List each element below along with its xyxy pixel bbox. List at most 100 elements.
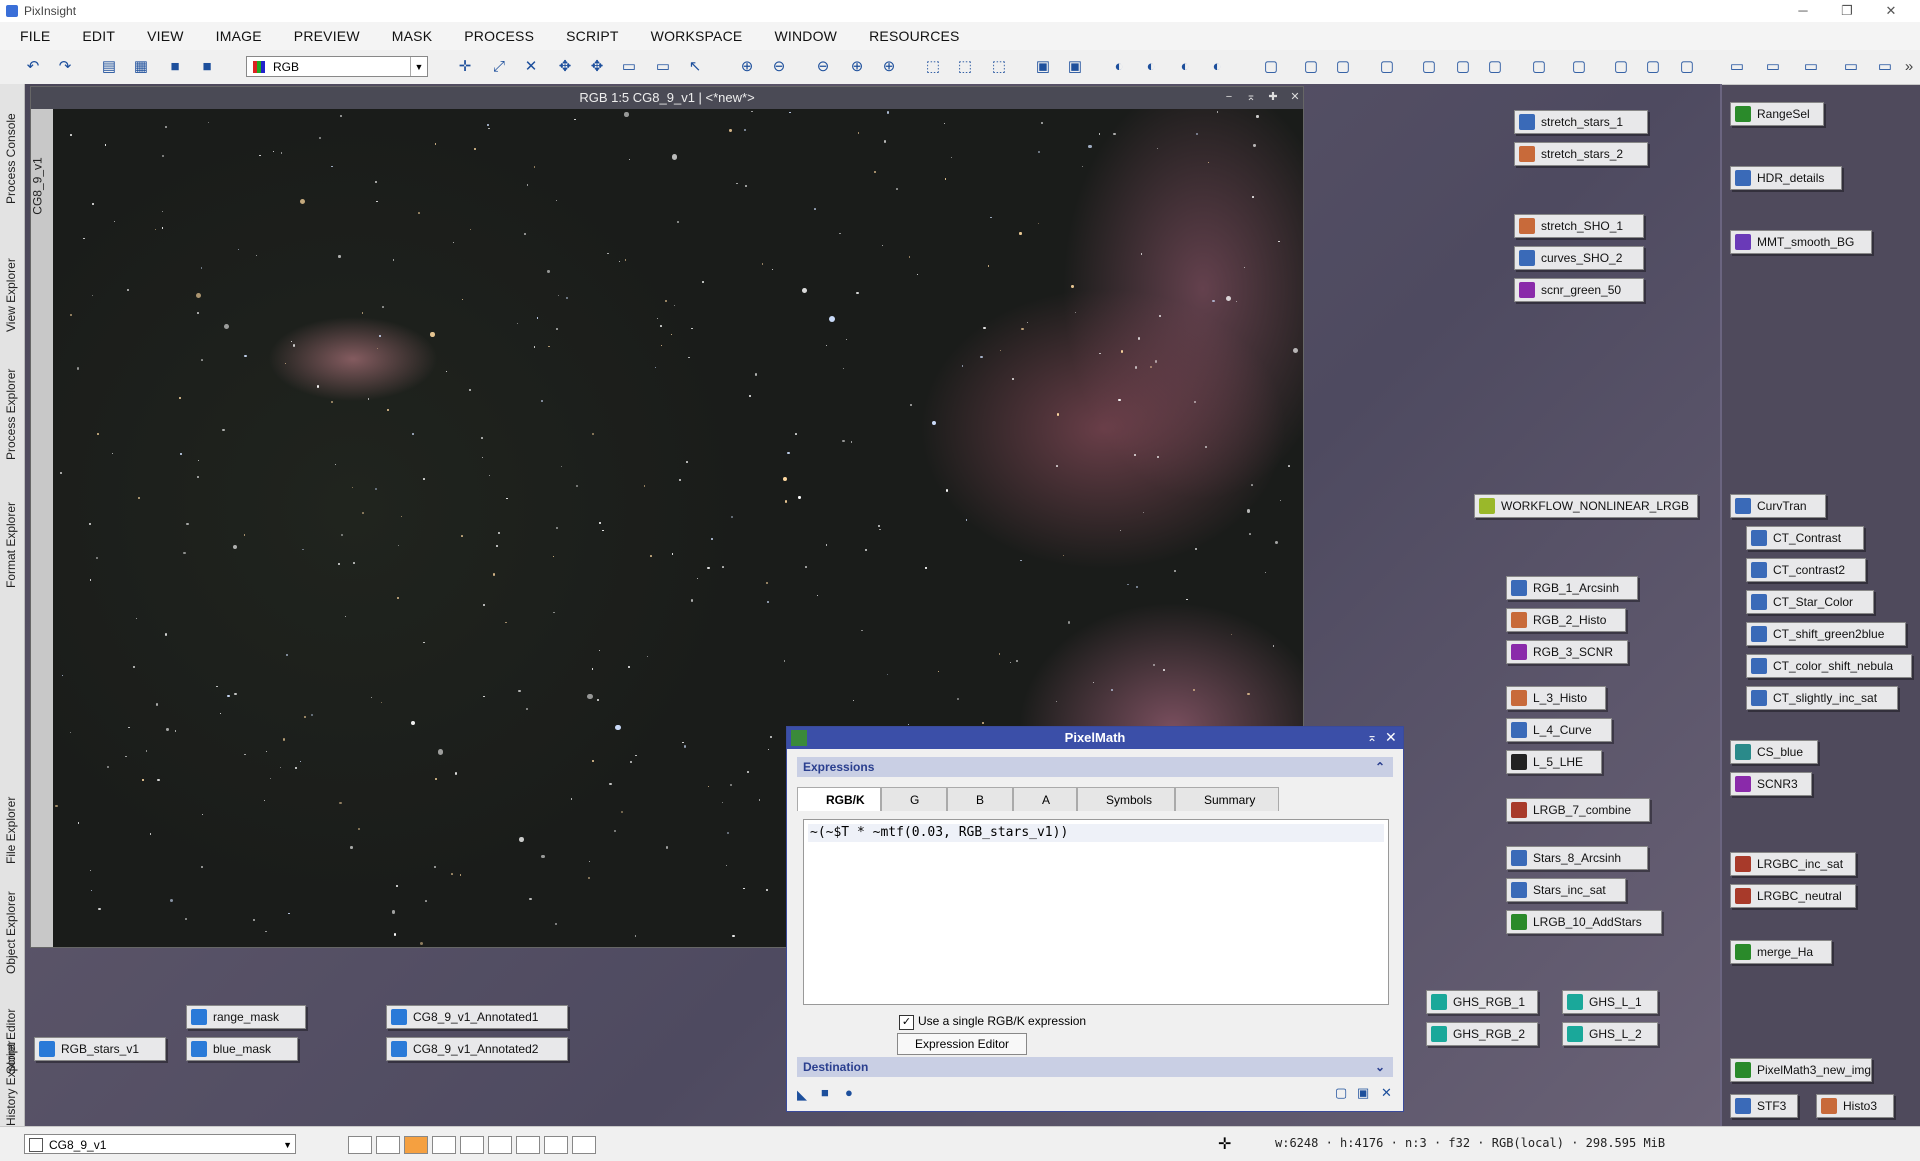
tab-process-console[interactable]: Process Console (0, 84, 24, 204)
process-icon-ghs-rgb-2[interactable]: GHS_RGB_2 (1426, 1022, 1538, 1046)
process-icon-rangesel[interactable]: RangeSel (1730, 102, 1824, 126)
mask3-icon[interactable]: ◐ (1176, 58, 1194, 76)
select2-icon[interactable]: ⬚ (956, 58, 974, 76)
mask2-icon[interactable]: ◐ (1142, 58, 1160, 76)
process-icon-curves-sho-2[interactable]: curves_SHO_2 (1514, 246, 1644, 270)
process-icon-stars-inc-sat[interactable]: Stars_inc_sat (1506, 878, 1626, 902)
tab-g[interactable]: G (881, 787, 947, 811)
menu-edit[interactable]: EDIT (62, 28, 127, 44)
process-icon-ghs-l-2[interactable]: GHS_L_2 (1562, 1022, 1658, 1046)
readout2-icon[interactable]: ▢ (1454, 58, 1472, 76)
monitor3-icon[interactable]: ▭ (1802, 58, 1820, 76)
stf2-icon[interactable]: ▢ (1302, 58, 1320, 76)
reset-icon[interactable]: ✕ (1381, 1085, 1392, 1101)
expression-editor[interactable]: ~(~$T * ~mtf(0.03, RGB_stars_v1)) (803, 819, 1389, 1005)
process-icon-lrgb-10-addstars[interactable]: LRGB_10_AddStars (1506, 910, 1662, 934)
monitor5-icon[interactable]: ▭ (1876, 58, 1894, 76)
new-image-icon[interactable]: ▤ (100, 58, 118, 76)
menu-file[interactable]: FILE (0, 28, 62, 44)
stf4-icon[interactable]: ▢ (1378, 58, 1396, 76)
tab-view-explorer[interactable]: View Explorer (0, 212, 24, 332)
zoom-icon[interactable]: ⊖ (814, 58, 832, 76)
image-icon-range-mask[interactable]: range_mask (186, 1005, 306, 1029)
process-icon-rgb-2-histo[interactable]: RGB_2_Histo (1506, 608, 1626, 632)
apply-icon[interactable]: ■ (821, 1085, 829, 1100)
redo-icon[interactable]: ↷ (56, 58, 74, 76)
channel-selector[interactable] (348, 1136, 614, 1154)
explorer2-icon[interactable]: ▢ (1570, 58, 1588, 76)
monitor4-icon[interactable]: ▭ (1842, 58, 1860, 76)
tab-history-explorer[interactable]: History Explorer (0, 1041, 24, 1126)
image-shade-button[interactable]: ⌅ (1243, 89, 1259, 105)
explorer5-icon[interactable]: ▢ (1678, 58, 1696, 76)
explorer4-icon[interactable]: ▢ (1644, 58, 1662, 76)
color-mode-select[interactable]: RGB ▼ (246, 56, 428, 77)
process-icon-ct-contrast2[interactable]: CT_contrast2 (1746, 558, 1866, 582)
process-icon-stretch-stars-2[interactable]: stretch_stars_2 (1514, 142, 1648, 166)
zoom-fit2-icon[interactable]: ✕ (522, 58, 540, 76)
process-icon-stretch-stars-1[interactable]: stretch_stars_1 (1514, 110, 1648, 134)
process-icon-workflow-nonlinear-lrgb[interactable]: WORKFLOW_NONLINEAR_LRGB (1474, 494, 1698, 518)
zoom-in-icon[interactable]: ⊕ (738, 58, 756, 76)
image-close-button[interactable]: ✕ (1287, 89, 1303, 105)
move-icon[interactable]: ✥ (588, 58, 606, 76)
destination-section-header[interactable]: Destination ⌄ (797, 1057, 1393, 1077)
process-icon-ct-star-color[interactable]: CT_Star_Color (1746, 590, 1874, 614)
process-icon-ct-color-shift-nebula[interactable]: CT_color_shift_nebula (1746, 654, 1912, 678)
tab-a[interactable]: A (1013, 787, 1077, 811)
monitor-icon[interactable]: ▭ (1728, 58, 1746, 76)
image-icon-blue-mask[interactable]: blue_mask (186, 1037, 298, 1061)
toolbar-more-button[interactable]: » (1900, 58, 1918, 76)
undo-icon[interactable]: ↶ (24, 58, 42, 76)
menu-mask[interactable]: MASK (372, 28, 444, 44)
image-window-title[interactable]: RGB 1:5 CG8_9_v1 | <*new*> (31, 87, 1303, 109)
process-icon-stars-8-arcsinh[interactable]: Stars_8_Arcsinh (1506, 846, 1648, 870)
menu-resources[interactable]: RESOURCES (849, 28, 971, 44)
real-time-preview-icon[interactable]: ▣ (1357, 1085, 1369, 1101)
explorer3-icon[interactable]: ▢ (1612, 58, 1630, 76)
expressions-section-header[interactable]: Expressions ⌃ (797, 757, 1393, 777)
stf3-icon[interactable]: ▢ (1334, 58, 1352, 76)
tab-summary[interactable]: Summary (1175, 787, 1279, 811)
mask-icon[interactable]: ◐ (1110, 58, 1128, 76)
preview2-icon[interactable]: ▣ (1066, 58, 1084, 76)
page2-icon[interactable]: ▭ (654, 58, 672, 76)
image-maximize-button[interactable]: ✚ (1265, 89, 1281, 105)
readout3-icon[interactable]: ▢ (1486, 58, 1504, 76)
process-icon-hdr-details[interactable]: HDR_details (1730, 166, 1842, 190)
image-icon-rgb-stars-v1[interactable]: RGB_stars_v1 (34, 1037, 166, 1061)
image-icon-annotated1[interactable]: CG8_9_v1_Annotated1 (386, 1005, 568, 1029)
menu-workspace[interactable]: WORKSPACE (631, 28, 755, 44)
new-instance-icon[interactable]: ◣ (797, 1087, 807, 1103)
chevron-down-icon[interactable]: ▼ (410, 57, 427, 76)
expression-editor-button[interactable]: Expression Editor (897, 1033, 1027, 1055)
select-icon[interactable]: ⬚ (924, 58, 942, 76)
mask4-icon[interactable]: ◐ (1208, 58, 1226, 76)
tab-rgbk[interactable]: RGB/K (797, 787, 881, 811)
process-icon-lrgb-7-combine[interactable]: LRGB_7_combine (1506, 798, 1650, 822)
tab-b[interactable]: B (947, 787, 1013, 811)
monitor2-icon[interactable]: ▭ (1764, 58, 1782, 76)
process-icon-l-5-lhe[interactable]: L_5_LHE (1506, 750, 1602, 774)
zoom-fit-icon[interactable]: ⤢ (490, 58, 508, 76)
process-icon-lrgbc-inc-sat[interactable]: LRGBC_inc_sat (1730, 852, 1856, 876)
zoom-icon-3[interactable]: ⊕ (880, 58, 898, 76)
process-icon-ct-contrast[interactable]: CT_Contrast (1746, 526, 1864, 550)
process-icon-ghs-l-1[interactable]: GHS_L_1 (1562, 990, 1658, 1014)
browse-doc-icon[interactable]: ▢ (1335, 1085, 1347, 1101)
zoom-icon-2[interactable]: ⊕ (848, 58, 866, 76)
rgb-icon[interactable]: ■ (198, 58, 216, 76)
close-button[interactable]: ✕ (1874, 0, 1908, 22)
tab-object-explorer[interactable]: Object Explorer (0, 864, 24, 974)
pixelmath-close-button[interactable]: ✕ (1385, 729, 1401, 746)
menu-window[interactable]: WINDOW (754, 28, 849, 44)
color-icon[interactable]: ■ (166, 58, 184, 76)
process-icon-ghs-rgb-1[interactable]: GHS_RGB_1 (1426, 990, 1538, 1014)
process-icon-cs-blue[interactable]: CS_blue (1730, 740, 1818, 764)
preview-icon[interactable]: ▣ (1034, 58, 1052, 76)
explorer-icon[interactable]: ▢ (1530, 58, 1548, 76)
process-icon-histo3[interactable]: Histo3 (1816, 1094, 1894, 1118)
zoom-out-icon[interactable]: ⊖ (770, 58, 788, 76)
process-icon-rgb-3-scnr[interactable]: RGB_3_SCNR (1506, 640, 1628, 664)
expression-text[interactable]: ~(~$T * ~mtf(0.03, RGB_stars_v1)) (810, 825, 1068, 840)
